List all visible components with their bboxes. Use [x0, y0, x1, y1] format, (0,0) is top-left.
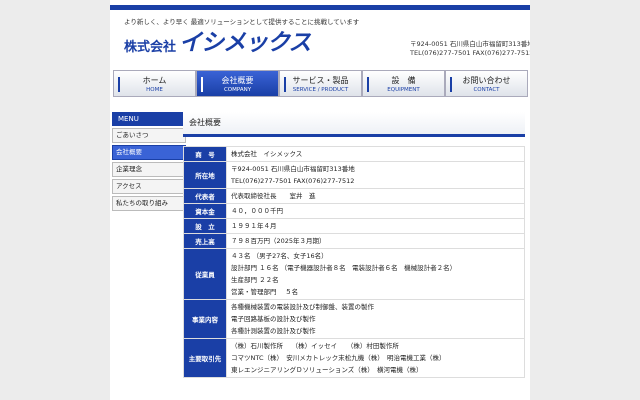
row-value-line: 設計部門 １６名 （電子機器設計者８名 電装設計者６名 機械設計者２名）: [231, 264, 457, 272]
row-value-line: ４３名 （男子27名、女子16名）: [231, 252, 328, 260]
nav-label: 会社概要: [221, 76, 254, 85]
nav-label: お問い合わせ: [462, 76, 511, 85]
top-accent-bar: [110, 5, 530, 10]
main-content: 会社概要 商 号株式会社 イシメックス 所在地 〒924-0051 石川県白山市福留…: [183, 112, 525, 378]
row-value-line: 各種機械装置の電装設計及び制御盤、装置の製作: [231, 303, 374, 311]
row-key: 所在地: [183, 161, 227, 189]
row-value-line: 東レエンジニアリングＤソリューションズ（株） 横河電機（株）: [231, 366, 423, 374]
table-row: 所在地 〒924-0051 石川県白山市福留町313番地 TEL(076)277-7…: [183, 161, 525, 189]
sidebar-item-greeting[interactable]: ごあいさつ: [112, 128, 186, 143]
nav-service-product[interactable]: サービス・製品 SERVICE / PRODUCT: [279, 70, 362, 97]
row-value-line: 電子回路基板の設計及び製作: [231, 315, 316, 323]
row-value-line: ７９８百万円（2025年３月期）: [231, 237, 326, 245]
row-value: 代表取締役社長 室井 進: [226, 188, 525, 204]
sidebar-menu: MENU ごあいさつ会社概要企業理念アクセス私たちの取り組み: [112, 112, 186, 211]
nav-label: サービス・製品: [292, 76, 349, 85]
row-value: １９９１年４月: [226, 218, 525, 234]
nav-sublabel: HOME: [146, 87, 163, 93]
row-key: 設 立: [183, 218, 227, 234]
row-value-line: TEL(076)277-7501 FAX(076)277-7512: [231, 177, 355, 185]
row-value-line: （株）石川製作所 （株）イッセイ （株）村田製作所: [231, 342, 399, 350]
global-nav: ホーム HOME 会社概要 COMPANY サービス・製品 SERVICE / PRODU…: [113, 70, 529, 97]
header-contact-line: TEL(076)277-7501 FAX(076)277-7512: [410, 49, 530, 57]
table-row: 売上高 ７９８百万円（2025年３月期）: [183, 233, 525, 249]
header-address-line: 〒924-0051 石川県白山市福留町313番地: [410, 40, 530, 48]
sidebar-item-company[interactable]: 会社概要: [112, 145, 186, 160]
sidebar-item-initiatives[interactable]: 私たちの取り組み: [112, 196, 186, 211]
nav-label: 設 備: [391, 76, 416, 85]
row-value: 〒924-0051 石川県白山市福留町313番地 TEL(076)277-7501…: [226, 161, 525, 189]
row-value-line: 営業・管理部門 ５名: [231, 288, 299, 296]
row-value-line: ４０，０００千円: [231, 207, 283, 215]
row-value-line: １９９１年４月: [231, 222, 277, 230]
table-row: 主要取引先 （株）石川製作所 （株）イッセイ （株）村田製作所 コマツNTC（株） …: [183, 338, 525, 378]
logo-brand: イシメックス: [179, 30, 311, 56]
row-key: 資本金: [183, 203, 227, 219]
nav-sublabel: SERVICE / PRODUCT: [292, 87, 349, 93]
nav-contact[interactable]: お問い合わせ CONTACT: [445, 70, 528, 97]
company-info-table: 商 号株式会社 イシメックス 所在地 〒924-0051 石川県白山市福留町313番…: [183, 146, 525, 378]
table-row: 事業内容 各種機械装置の電装設計及び制御盤、装置の製作 電子回路基板の設計及び製作各…: [183, 299, 525, 339]
row-value: （株）石川製作所 （株）イッセイ （株）村田製作所コマツNTC（株） 安川メカト…: [226, 338, 525, 378]
logo-prefix: 株式会社: [124, 40, 177, 55]
row-key: 事業内容: [183, 299, 227, 339]
nav-company[interactable]: 会社概要 COMPANY: [196, 70, 279, 97]
row-value: ４３名 （男子27名、女子16名） 設計部門 １６名 （電子機器設計者８名 電装設…: [226, 248, 525, 300]
nav-home[interactable]: ホーム HOME: [113, 70, 196, 97]
row-key: 主要取引先: [183, 338, 227, 378]
row-value-line: 〒924-0051 石川県白山市福留町313番地: [231, 165, 355, 173]
nav-sublabel: EQUIPMENT: [387, 87, 420, 93]
row-value-line: 代表取締役社長 室井 進: [231, 192, 316, 200]
row-value-line: 各種計測装置の設計及び製作: [231, 327, 316, 335]
row-key: 代表者: [183, 188, 227, 204]
table-row: 代表者 代表取締役社長 室井 進: [183, 188, 525, 204]
nav-sublabel: COMPANY: [223, 87, 252, 93]
sidebar-title: MENU: [112, 112, 186, 126]
company-logo[interactable]: 株式会社 イシメックス: [124, 30, 311, 56]
sidebar-item-philosophy[interactable]: 企業理念: [112, 162, 186, 177]
section-title: 会社概要: [183, 112, 525, 137]
sidebar-item-access[interactable]: アクセス: [112, 179, 186, 194]
row-value-line: コマツNTC（株） 安川メカトレック末松九機（株） 明治電機工業（株）: [231, 354, 446, 362]
row-value: 各種機械装置の電装設計及び制御盤、装置の製作 電子回路基板の設計及び製作 各種計測装…: [226, 299, 525, 339]
table-row: 商 号株式会社 イシメックス: [183, 146, 525, 162]
row-value: ４０，０００千円: [226, 203, 525, 219]
nav-sublabel: CONTACT: [473, 87, 500, 93]
row-value: 株式会社 イシメックス: [226, 146, 525, 162]
row-value: ７９８百万円（2025年３月期）: [226, 233, 525, 249]
row-key: 売上高: [183, 233, 227, 249]
table-row: 従業員 ４３名 （男子27名、女子16名） 設計部門 １６名 （電子機器設計者８名 …: [183, 248, 525, 300]
row-key: 商 号: [183, 146, 227, 162]
row-key: 従業員: [183, 248, 227, 300]
nav-equipment[interactable]: 設 備 EQUIPMENT: [362, 70, 445, 97]
tagline: より新しく、より早く 最適ソリューションとして提供することに挑戦しています: [124, 18, 360, 26]
row-value-line: 株式会社 イシメックス: [231, 150, 303, 158]
row-value-line: 生産部門 ２２名: [231, 276, 279, 284]
page-container: より新しく、より早く 最適ソリューションとして提供することに挑戦しています 株式…: [110, 0, 530, 400]
header-address: 〒924-0051 石川県白山市福留町313番地 TEL(076)277-750…: [410, 40, 530, 58]
table-row: 資本金 ４０，０００千円: [183, 203, 525, 219]
table-row: 設 立 １９９１年４月: [183, 218, 525, 234]
nav-label: ホーム: [142, 76, 167, 85]
